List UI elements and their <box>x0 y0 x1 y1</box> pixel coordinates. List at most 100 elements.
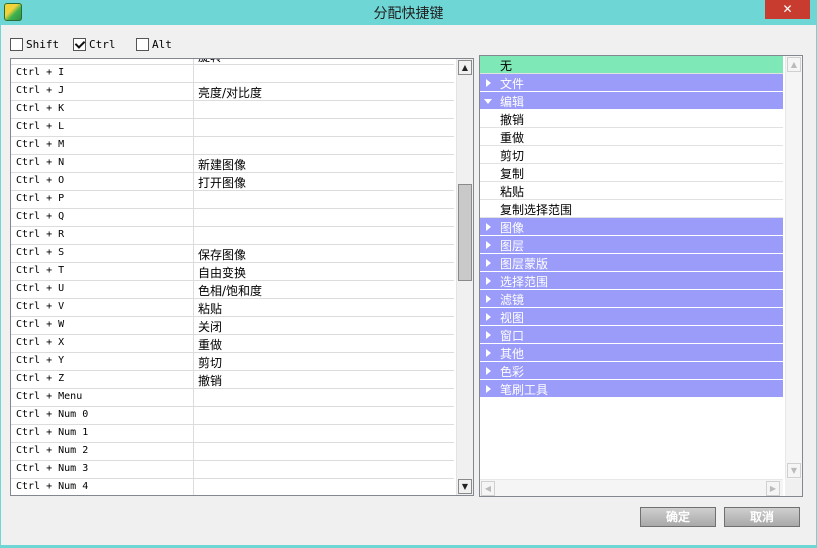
tree-item[interactable]: 粘贴 <box>480 182 783 200</box>
table-row[interactable]: Ctrl + R <box>11 227 454 245</box>
assigned-function: 自由变换 <box>198 266 247 280</box>
ok-button[interactable]: 确定 <box>640 507 716 527</box>
tree-label: 复制 <box>500 167 525 181</box>
tree-label: 图像 <box>500 221 525 235</box>
table-row[interactable]: Ctrl + Num 3 <box>11 461 454 479</box>
triangle-right-icon[interactable] <box>486 277 491 285</box>
tree-label: 编辑 <box>500 95 525 109</box>
tree-horizontal-scrollbar[interactable]: ◀ ▶ <box>480 479 783 496</box>
shortcut-key: Ctrl + L <box>16 121 65 132</box>
shortcut-key: Ctrl + J <box>16 85 65 96</box>
table-row[interactable]: Ctrl + P <box>11 191 454 209</box>
triangle-right-icon[interactable] <box>486 295 491 303</box>
triangle-down-icon[interactable] <box>484 99 492 104</box>
tree-item[interactable]: 复制 <box>480 164 783 182</box>
triangle-right-icon[interactable] <box>486 241 491 249</box>
shortcut-list[interactable]: 旋转 Ctrl + I Ctrl + J 亮度/对比度 Ctrl + K Ctrl + L… <box>10 58 474 496</box>
table-row[interactable]: Ctrl + X 重做 <box>11 335 454 353</box>
triangle-right-icon[interactable] <box>486 259 491 267</box>
table-row[interactable]: Ctrl + W 关闭 <box>11 317 454 335</box>
assigned-function: 旋转 <box>198 59 222 65</box>
assigned-function: 色相/饱和度 <box>198 284 263 298</box>
triangle-right-icon[interactable] <box>486 223 491 231</box>
tree-category[interactable]: 笔刷工具 <box>480 380 783 398</box>
tree-category[interactable]: 图像 <box>480 218 783 236</box>
table-row[interactable]: Ctrl + Y 剪切 <box>11 353 454 371</box>
tree-label: 无 <box>500 59 513 73</box>
tree-vertical-scrollbar[interactable]: ▲ ▼ <box>785 56 802 479</box>
tree-label: 粘贴 <box>500 185 525 199</box>
table-row[interactable]: Ctrl + J 亮度/对比度 <box>11 83 454 101</box>
checkbox-box[interactable] <box>73 38 86 51</box>
scroll-thumb[interactable] <box>458 184 472 281</box>
triangle-right-icon[interactable] <box>486 79 491 87</box>
tree-category[interactable]: 滤镜 <box>480 290 783 308</box>
table-row[interactable]: Ctrl + Q <box>11 209 454 227</box>
triangle-right-icon[interactable] <box>486 367 491 375</box>
table-row[interactable]: Ctrl + Num 4 <box>11 479 454 495</box>
triangle-right-icon[interactable] <box>486 349 491 357</box>
checkbox-box[interactable] <box>136 38 149 51</box>
ctrl-label: Ctrl <box>89 38 116 51</box>
scroll-right-button[interactable]: ▶ <box>766 481 780 496</box>
table-row[interactable]: 旋转 <box>11 59 454 65</box>
assigned-function: 重做 <box>198 338 223 352</box>
tree-category[interactable]: 图层 <box>480 236 783 254</box>
table-row[interactable]: Ctrl + Num 0 <box>11 407 454 425</box>
tree-item[interactable]: 剪切 <box>480 146 783 164</box>
shortcut-key: Ctrl + Num 3 <box>16 463 89 474</box>
shortcut-key: Ctrl + P <box>16 193 65 204</box>
tree-category[interactable]: 其他 <box>480 344 783 362</box>
table-row[interactable]: Ctrl + M <box>11 137 454 155</box>
table-row[interactable]: Ctrl + V 粘贴 <box>11 299 454 317</box>
assigned-function: 撤销 <box>198 374 223 388</box>
table-row[interactable]: Ctrl + Num 1 <box>11 425 454 443</box>
table-row[interactable]: Ctrl + N 新建图像 <box>11 155 454 173</box>
title-bar: 分配快捷键 ✕ <box>0 0 817 24</box>
scroll-down-button[interactable]: ▼ <box>787 463 801 478</box>
table-row[interactable]: Ctrl + S 保存图像 <box>11 245 454 263</box>
checkbox-box[interactable] <box>10 38 23 51</box>
tree-item[interactable]: 撤销 <box>480 110 783 128</box>
scroll-down-button[interactable]: ▼ <box>458 479 472 494</box>
close-button[interactable]: ✕ <box>765 0 810 19</box>
table-row[interactable]: Ctrl + I <box>11 65 454 83</box>
assigned-function: 打开图像 <box>198 176 247 190</box>
triangle-right-icon[interactable] <box>486 385 491 393</box>
table-row[interactable]: Ctrl + U 色相/饱和度 <box>11 281 454 299</box>
triangle-right-icon[interactable] <box>486 313 491 321</box>
shortcut-key: Ctrl + R <box>16 229 65 240</box>
table-row[interactable]: Ctrl + O 打开图像 <box>11 173 454 191</box>
scroll-corner <box>785 479 802 496</box>
scroll-left-button[interactable]: ◀ <box>481 481 495 496</box>
tree-category[interactable]: 窗口 <box>480 326 783 344</box>
triangle-right-icon[interactable] <box>486 331 491 339</box>
table-row[interactable]: Ctrl + Z 撤销 <box>11 371 454 389</box>
shortcut-key: Ctrl + Num 0 <box>16 409 89 420</box>
tree-item[interactable]: 重做 <box>480 128 783 146</box>
tree-label: 复制选择范围 <box>500 203 573 217</box>
assigned-function: 保存图像 <box>198 248 247 262</box>
shortcut-scrollbar[interactable]: ▲ ▼ <box>456 59 473 495</box>
cancel-button[interactable]: 取消 <box>724 507 800 527</box>
table-row[interactable]: Ctrl + L <box>11 119 454 137</box>
scroll-up-button[interactable]: ▲ <box>458 60 472 75</box>
table-row[interactable]: Ctrl + K <box>11 101 454 119</box>
tree-label: 撤销 <box>500 113 525 127</box>
table-row[interactable]: Ctrl + T 自由变换 <box>11 263 454 281</box>
tree-category[interactable]: 色彩 <box>480 362 783 380</box>
shortcut-key: Ctrl + Y <box>16 355 65 366</box>
tree-item[interactable]: 无 <box>480 56 783 74</box>
close-icon: ✕ <box>782 2 793 16</box>
table-row[interactable]: Ctrl + Num 2 <box>11 443 454 461</box>
tree-item[interactable]: 复制选择范围 <box>480 200 783 218</box>
table-row[interactable]: Ctrl + Menu <box>11 389 454 407</box>
tree-category[interactable]: 选择范围 <box>480 272 783 290</box>
tree-category[interactable]: 图层蒙版 <box>480 254 783 272</box>
tree-category[interactable]: 编辑 <box>480 92 783 110</box>
shortcut-key: Ctrl + X <box>16 337 65 348</box>
tree-category[interactable]: 文件 <box>480 74 783 92</box>
tree-category[interactable]: 视图 <box>480 308 783 326</box>
scroll-up-button[interactable]: ▲ <box>787 57 801 72</box>
function-tree[interactable]: 无文件编辑撤销 重做 剪切复制粘贴复制选择范围 图像 图层 图层蒙版 选择范围 滤镜 视图 窗口其… <box>479 55 803 497</box>
